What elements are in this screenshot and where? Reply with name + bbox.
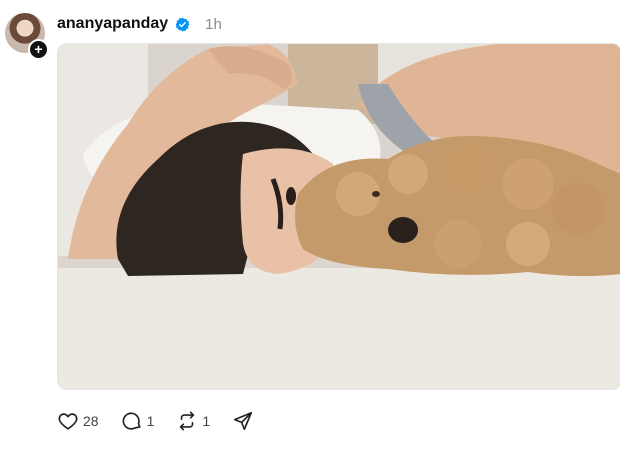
share-icon xyxy=(234,411,253,431)
post-timestamp: 1h xyxy=(205,15,222,33)
post-image[interactable] xyxy=(57,43,620,390)
repost-button[interactable]: 1 xyxy=(176,410,210,432)
post-header: ananyapanday 1h xyxy=(57,12,222,36)
repost-count: 1 xyxy=(202,413,211,429)
like-count: 28 xyxy=(83,413,99,429)
reply-count: 1 xyxy=(146,413,155,429)
reply-button[interactable]: 1 xyxy=(121,410,155,432)
verified-badge-icon xyxy=(175,17,190,31)
username[interactable]: ananyapanday xyxy=(57,15,168,33)
heart-icon xyxy=(58,413,78,430)
post-actions-bar: 28 1 1 xyxy=(57,408,276,434)
follow-plus-icon[interactable]: + xyxy=(28,39,49,60)
like-button[interactable]: 28 xyxy=(57,410,99,432)
repost-icon xyxy=(180,411,195,431)
post-photo-illustration xyxy=(58,44,620,389)
reply-icon xyxy=(122,412,141,430)
share-button[interactable] xyxy=(232,410,254,432)
